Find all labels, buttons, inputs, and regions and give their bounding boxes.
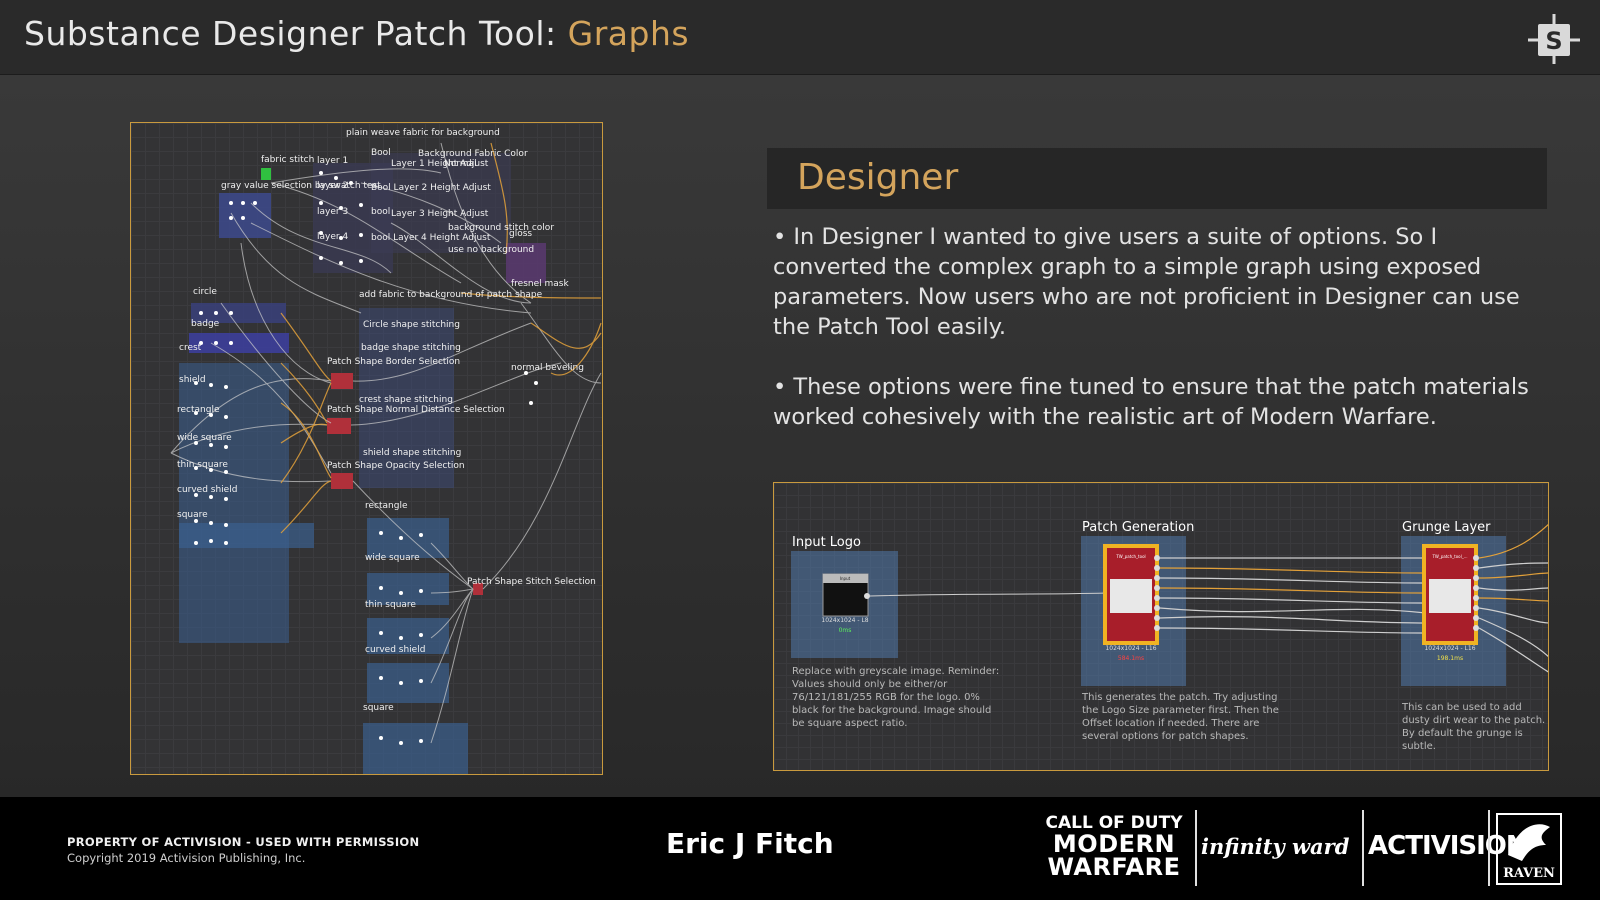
graph-label: badge [191,319,220,329]
logo-divider [1362,810,1364,886]
grunge-node-header: TW_patch_tool_... [1431,554,1467,559]
graph-label: Patch Shape Stitch Selection [467,577,596,587]
grunge-node-time: 198.1ms [1437,655,1463,662]
graph-label: gray value selection by swatch test [221,181,381,191]
cod-logo-line3: WARFARE [1047,853,1181,881]
graph-label: plain weave fabric for background [346,128,500,138]
raven-logo: RAVEN [1496,813,1562,885]
property-notice: PROPERTY OF ACTIVISION - USED WITH PERMI… [67,835,420,849]
graph-label: Normal [444,159,477,169]
graph-label: rectangle [365,501,408,511]
graph-label: shield [179,375,206,385]
graph-label: wide square [365,553,420,563]
page-title: Substance Designer Patch Tool: Graphs [24,14,689,53]
graph-label: background stitch color [448,223,555,233]
graph-label: Bool [371,148,391,158]
cod-mw-logo: CALL OF DUTY MODERN WARFARE [1040,813,1188,883]
grunge-node-info: 1024x1024 - L16 [1424,645,1475,652]
graph-label: Patch Shape Normal Distance Selection [327,405,505,415]
graph-label: layer 1 [317,156,349,166]
graph-label: fresnel mask [511,279,569,289]
graph-label: layer 3 [317,207,349,217]
logo-divider [1195,810,1197,886]
patch-node-header: TW_patch_tool [1115,554,1145,559]
graph-label: square [177,510,208,520]
graph-label: layer 2 [317,181,349,191]
graph-label: Bool Layer 2 Height Adjust [371,183,491,193]
graph-label: crest [179,343,202,353]
graph-label: curved shield [365,645,426,655]
graph-label: add fabric to background of patch shape [359,290,543,300]
graph-label: use no background [448,245,535,255]
graph-label: normal beveling [511,363,584,373]
graph-label: bool Layer 4 Height Adjust [371,233,491,243]
graph-label: layer 4 [317,232,349,242]
simple-graph-panel[interactable]: Input Logo Replace with greyscale image.… [773,482,1549,771]
graph-label: Patch Shape Opacity Selection [327,461,465,471]
graph-label: curved shield [177,485,238,495]
node-graph-panel[interactable]: plain weave fabric for background Bool B… [130,122,603,775]
graph-label: square [363,703,394,713]
graph-label: thin square [365,600,416,610]
graph-label: bool [371,207,391,217]
graph-label: Patch Shape Border Selection [327,357,461,367]
footer-bar: PROPERTY OF ACTIVISION - USED WITH PERMI… [0,797,1600,900]
section-heading: Designer [797,157,959,198]
graph-label: fabric stitch [261,155,315,165]
graph-label: shield shape stitching [363,448,462,458]
bullet-item: • These options were fine tuned to ensur… [773,374,1529,430]
raven-logo-text: RAVEN [1503,866,1555,881]
patch-node-info: 1024x1024 - L16 [1105,645,1156,652]
graph-label: Layer 3 Height Adjust [391,209,489,219]
section-heading-band: Designer [767,148,1547,209]
input-node-info: 1024x1024 - L8 [821,617,868,624]
graph-label: wide square [177,433,232,443]
graph-label: rectangle [177,405,220,415]
bullet-item: • In Designer I wanted to give users a s… [773,224,1520,340]
header-bar: Substance Designer Patch Tool: Graphs S [0,0,1600,75]
input-node-header: Input [840,576,851,581]
graph-label: Background Fabric Color [418,149,528,159]
graph-label: Circle shape stitching [363,320,460,330]
graph-label: badge shape stitching [361,343,461,353]
title-accent: Graphs [567,14,690,53]
infinity-ward-logo: infinity ward [1201,834,1350,859]
graph-label: crest shape stitching [359,395,453,405]
input-node-time: 0ms [839,627,852,634]
bullet-list: • In Designer I wanted to give users a s… [773,222,1553,462]
graph-label: gloss [509,229,533,239]
graph-label: circle [193,287,217,297]
raven-bird-icon [1508,824,1550,861]
author-name: Eric J Fitch [666,827,834,860]
copyright-text: Copyright 2019 Activision Publishing, In… [67,851,306,865]
logo-divider [1488,810,1490,886]
simple-graph-connections: 1024x1024 - L8 0ms Input TW_patch_tool 1… [821,524,1548,673]
svg-text:S: S [1545,27,1562,55]
patch-node-time: 584.1ms [1118,655,1144,662]
title-main: Substance Designer Patch Tool: [24,14,568,53]
graph-label: thin square [177,460,228,470]
substance-logo-icon: S [1528,14,1580,64]
